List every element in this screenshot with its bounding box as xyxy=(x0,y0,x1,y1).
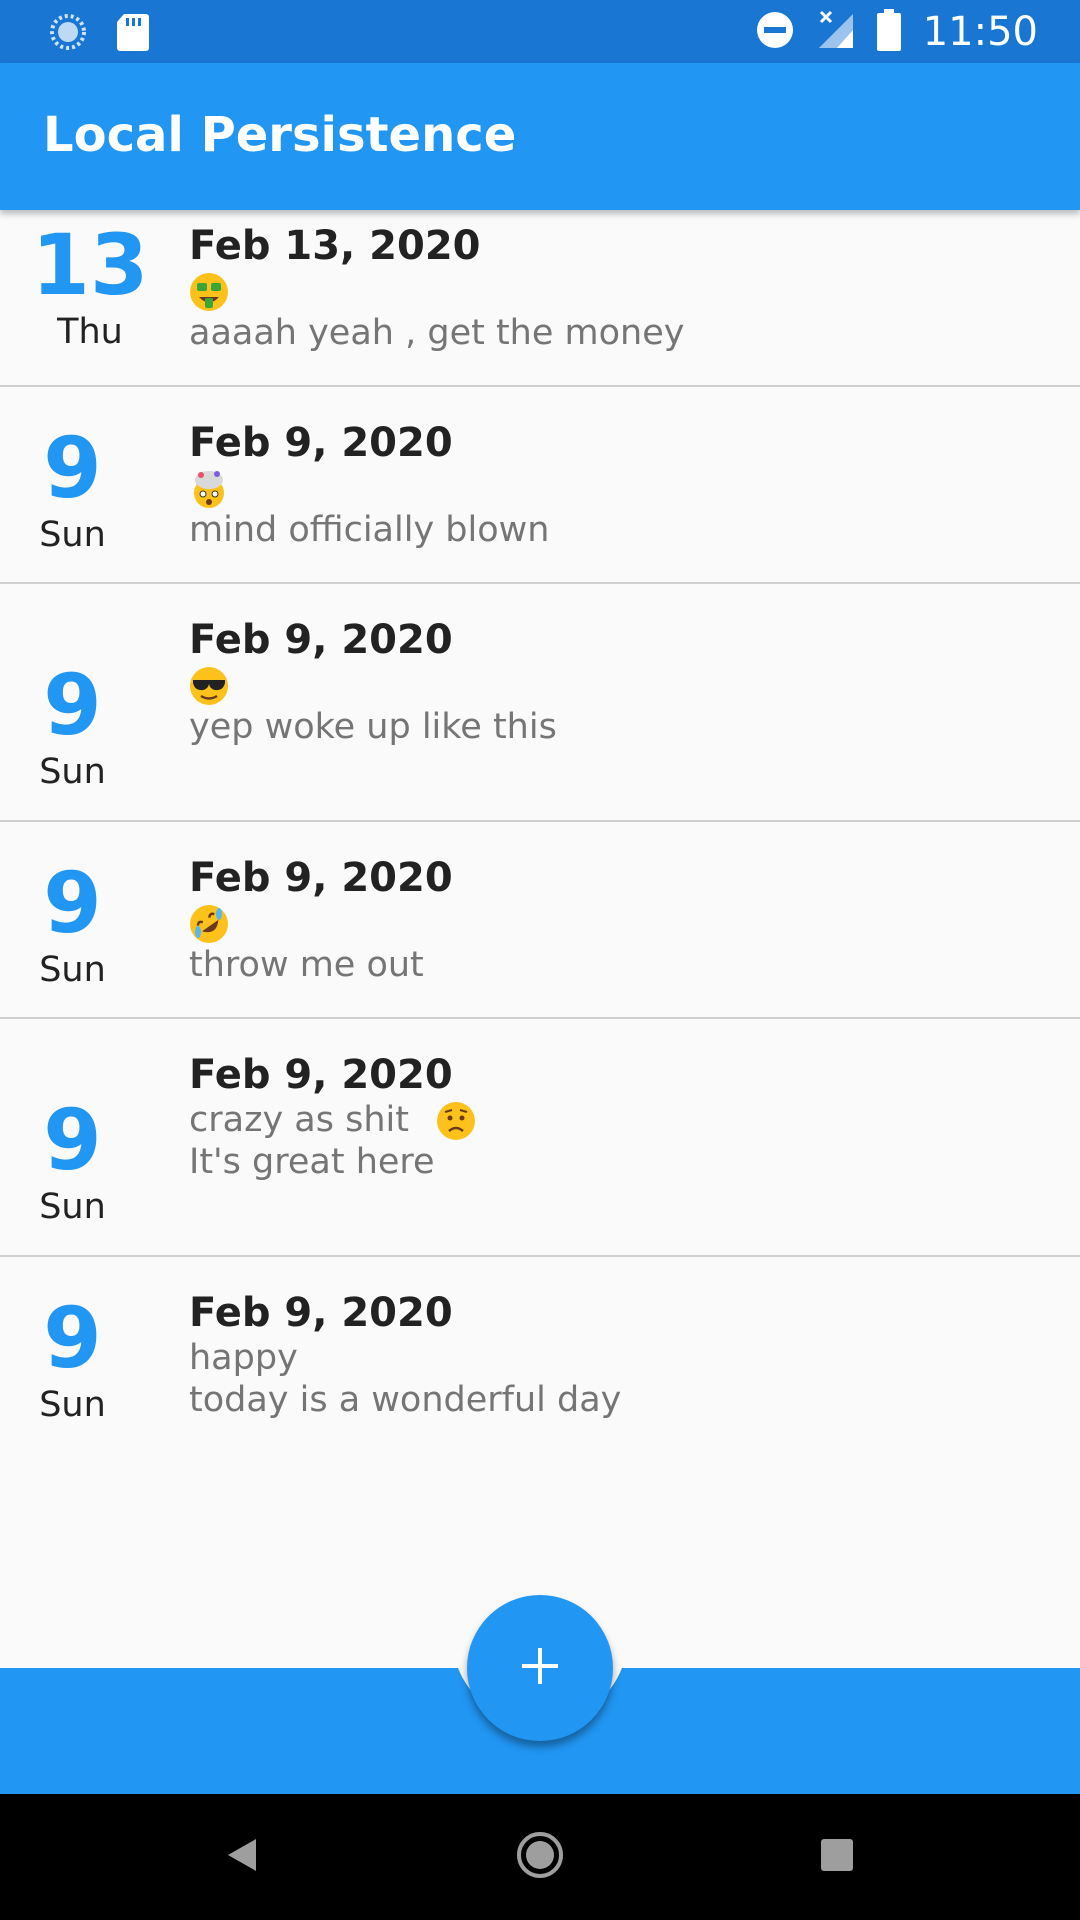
sd-card-icon xyxy=(116,12,150,57)
entry-day-number: 9 xyxy=(43,419,102,517)
entry-day: 9 Sun xyxy=(0,660,145,794)
entry-text: Feb 9, 2020 crazy as shit It's great her… xyxy=(189,1051,1060,1183)
battery-icon xyxy=(876,8,901,56)
entry-mood-label: happy xyxy=(189,1338,298,1378)
entry-day: 9 Sun xyxy=(0,1095,145,1229)
do-not-disturb-icon xyxy=(755,10,795,55)
entry-date: Feb 9, 2020 xyxy=(189,1052,453,1098)
entry-day-number: 9 xyxy=(43,656,102,754)
entry-date: Feb 13, 2020 xyxy=(189,223,481,269)
entry-text: Feb 13, 2020 aaaah yeah , get the money xyxy=(189,222,1060,354)
entry-note: today is a wonderful day xyxy=(189,1380,622,1420)
home-icon xyxy=(516,1831,564,1884)
entry-weekday: Sun xyxy=(39,1187,106,1227)
back-icon xyxy=(224,1835,260,1880)
entry-mood xyxy=(189,902,1060,944)
entry-weekday: Sun xyxy=(39,752,106,792)
list-item[interactable]: 9 Sun Feb 9, 2020 happy today is a wonde… xyxy=(0,1257,1080,1457)
list-item[interactable]: 9 Sun Feb 9, 2020 throw me out xyxy=(0,822,1080,1019)
entry-note: It's great here xyxy=(189,1142,435,1182)
entry-day-number: 13 xyxy=(31,216,149,314)
entry-day: 9 Sun xyxy=(0,1293,145,1427)
entry-day-number: 9 xyxy=(43,1289,102,1387)
entry-day: 13 Thu xyxy=(0,220,180,354)
list-item[interactable]: 13 Thu Feb 13, 2020 aaaah yeah , get the… xyxy=(0,210,1080,387)
list-item[interactable]: 9 Sun Feb 9, 2020 crazy as shit It's gre… xyxy=(0,1019,1080,1257)
entry-date: Feb 9, 2020 xyxy=(189,1290,453,1336)
entry-note: aaaah yeah , get the money xyxy=(189,313,685,353)
entry-list: 13 Thu Feb 13, 2020 aaaah yeah , get the… xyxy=(0,210,1080,1457)
entry-weekday: Sun xyxy=(39,1385,106,1425)
list-item[interactable]: 9 Sun Feb 9, 2020 yep woke up like this xyxy=(0,584,1080,822)
entry-note: yep woke up like this xyxy=(189,707,557,747)
entry-day-number: 9 xyxy=(43,854,102,952)
entry-day: 9 Sun xyxy=(0,423,145,557)
entry-day: 9 Sun xyxy=(0,858,145,992)
system-nav-bar xyxy=(0,1794,1080,1920)
entry-mood: crazy as shit xyxy=(189,1099,1060,1141)
money-mouth-face-icon xyxy=(189,272,229,312)
add-entry-button[interactable] xyxy=(467,1595,613,1741)
entry-mood xyxy=(189,270,1060,312)
recents-button[interactable] xyxy=(777,1794,897,1920)
entry-text: Feb 9, 2020 throw me out xyxy=(189,854,1060,986)
home-button[interactable] xyxy=(480,1794,600,1920)
plus-icon xyxy=(520,1646,560,1691)
recents-icon xyxy=(819,1837,855,1878)
exploding-head-icon xyxy=(189,469,229,509)
entry-day-number: 9 xyxy=(43,1091,102,1189)
entry-mood xyxy=(189,664,1060,706)
entry-text: Feb 9, 2020 mind officially blown xyxy=(189,419,1060,551)
entry-date: Feb 9, 2020 xyxy=(189,855,453,901)
status-time: 11:50 xyxy=(922,9,1038,55)
entry-date: Feb 9, 2020 xyxy=(189,617,453,663)
entry-note: throw me out xyxy=(189,945,424,985)
no-signal-icon xyxy=(817,10,855,55)
back-button[interactable] xyxy=(182,1794,302,1920)
page-title: Local Persistence xyxy=(43,107,517,163)
entry-weekday: Sun xyxy=(39,515,106,555)
rolling-on-floor-laughing-icon xyxy=(189,904,229,944)
entry-weekday: Thu xyxy=(57,312,123,352)
list-item[interactable]: 9 Sun Feb 9, 2020 mind officially blown xyxy=(0,387,1080,584)
entry-note: mind officially blown xyxy=(189,510,550,550)
worried-face-icon xyxy=(436,1101,476,1141)
entry-weekday: Sun xyxy=(39,950,106,990)
sunglasses-face-icon xyxy=(189,666,229,706)
entry-mood-label: crazy as shit xyxy=(189,1100,409,1140)
entry-date: Feb 9, 2020 xyxy=(189,420,453,466)
sync-icon xyxy=(48,12,88,57)
entry-mood xyxy=(189,467,1060,509)
status-bar: 11:50 xyxy=(0,0,1080,63)
entry-text: Feb 9, 2020 happy today is a wonderful d… xyxy=(189,1289,1060,1421)
entry-text: Feb 9, 2020 yep woke up like this xyxy=(189,616,1060,748)
app-bar: Local Persistence xyxy=(0,63,1080,210)
